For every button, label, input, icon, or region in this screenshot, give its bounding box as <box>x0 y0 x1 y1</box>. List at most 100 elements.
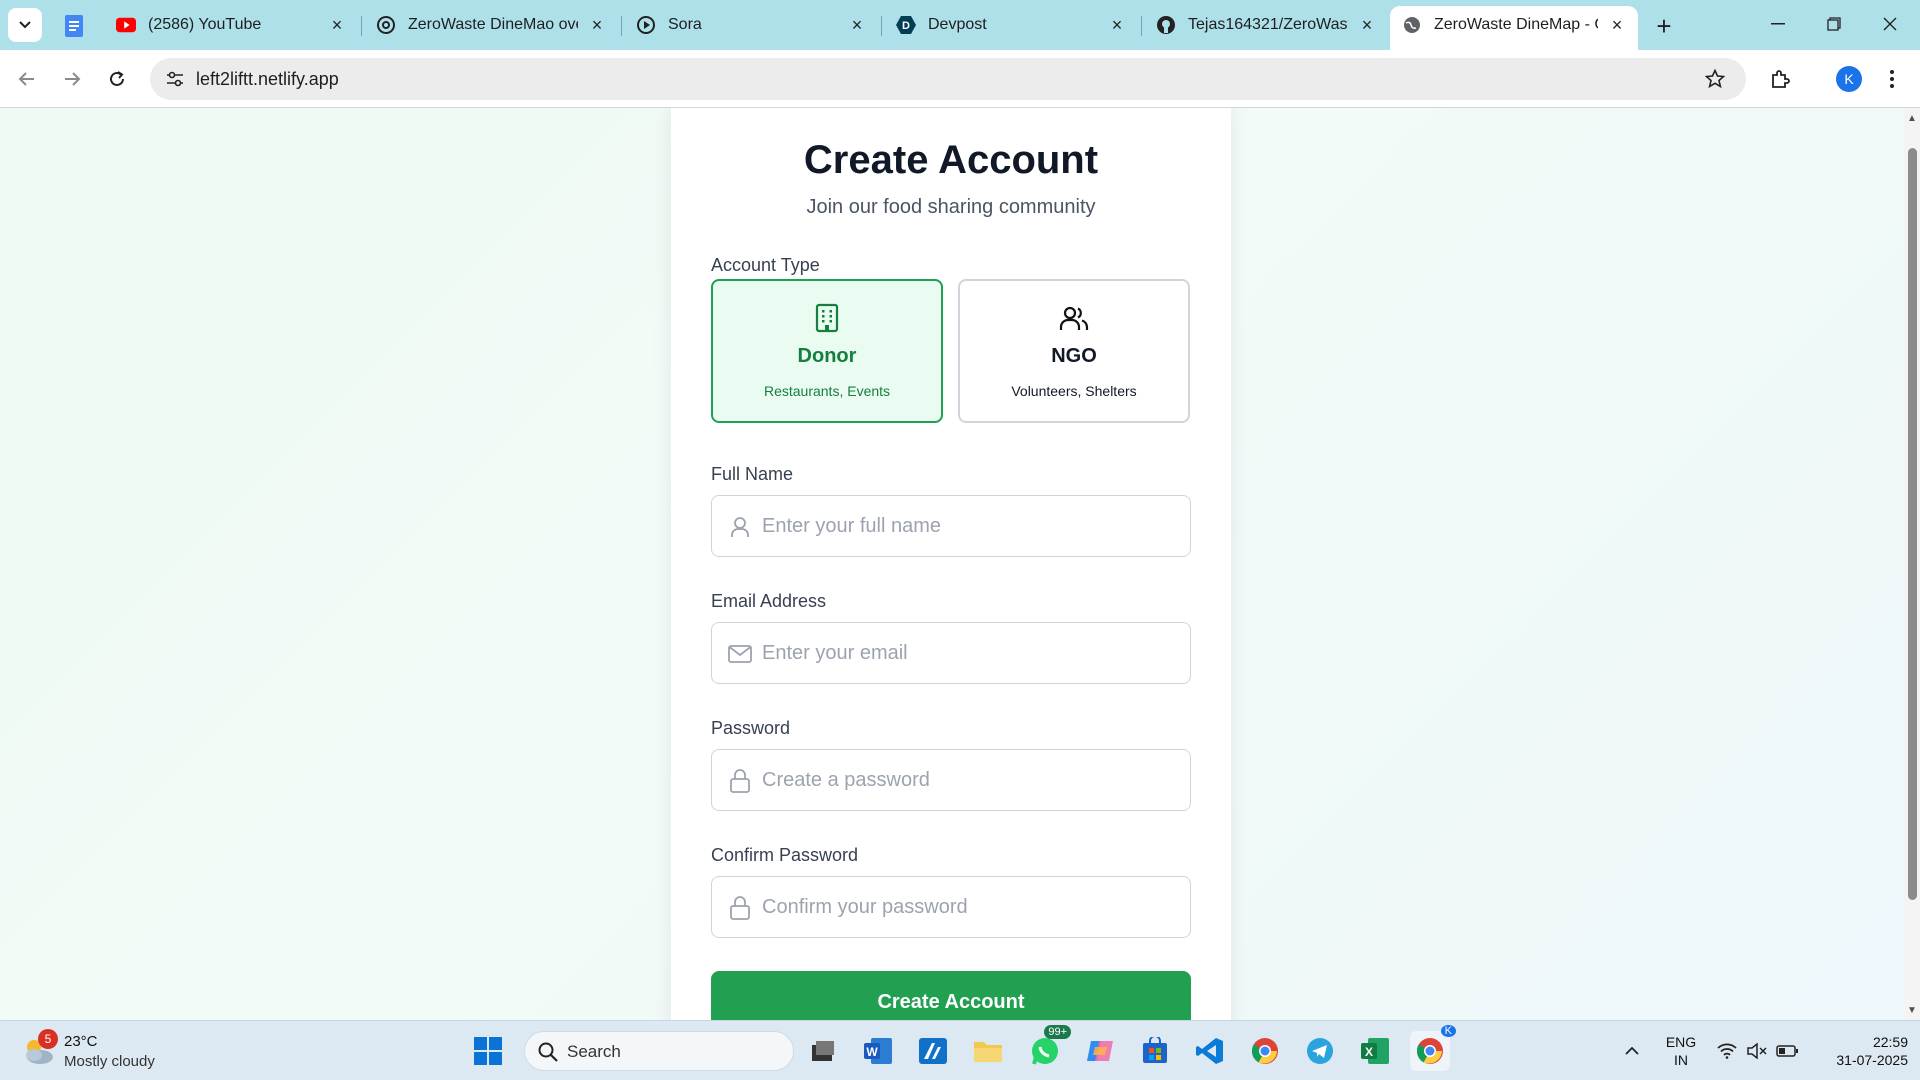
wifi-status[interactable] <box>1714 1021 1740 1080</box>
tab-title: ZeroWaste DineMap - Co <box>1434 16 1598 33</box>
new-tab-button[interactable]: + <box>1650 10 1678 41</box>
close-icon <box>1883 17 1897 31</box>
windows-logo-icon <box>474 1037 502 1065</box>
tab-separator <box>621 16 622 36</box>
more-vertical-icon <box>1890 70 1894 88</box>
word-icon: W <box>864 1038 892 1064</box>
excel-icon: X <box>1361 1038 1389 1064</box>
tab-sora[interactable]: Sora × <box>624 6 878 44</box>
svg-text:X: X <box>1365 1045 1373 1059</box>
taskbar-app-chrome-profile[interactable]: K <box>1410 1025 1456 1071</box>
taskbar-app-power-automate[interactable] <box>913 1031 953 1071</box>
svg-text:D: D <box>902 20 910 32</box>
tab-separator <box>1141 16 1142 36</box>
close-tab-icon[interactable]: × <box>1608 15 1626 35</box>
battery-icon <box>1776 1045 1798 1057</box>
taskbar-app-excel[interactable]: X <box>1355 1031 1395 1071</box>
chevron-down-icon <box>19 21 31 29</box>
taskbar-app-copilot[interactable] <box>1080 1031 1120 1071</box>
battery-status[interactable] <box>1774 1021 1800 1080</box>
scroll-up-arrow-icon[interactable]: ▲ <box>1904 110 1920 126</box>
close-tab-icon[interactable]: × <box>1108 15 1126 35</box>
close-tab-icon[interactable]: × <box>848 15 866 35</box>
scroll-thumb[interactable] <box>1908 148 1917 900</box>
svg-text:W: W <box>866 1045 878 1059</box>
tab-title: ZeroWaste DineMao over <box>408 16 578 33</box>
close-window-button[interactable] <box>1862 0 1918 48</box>
volume-status[interactable] <box>1744 1021 1770 1080</box>
tab-title: Sora <box>668 16 702 33</box>
close-tab-icon[interactable]: × <box>588 15 606 35</box>
tab-search-button[interactable] <box>8 8 42 42</box>
pinned-tab-docs[interactable] <box>58 10 90 42</box>
arrow-left-icon <box>18 72 34 86</box>
taskbar-app-file-explorer[interactable] <box>968 1031 1008 1071</box>
chrome-profile-badge: K <box>1440 1025 1456 1037</box>
taskbar-app-store[interactable] <box>1135 1031 1175 1071</box>
address-bar[interactable]: left2liftt.netlify.app <box>150 58 1746 100</box>
taskbar-clock[interactable]: 22:59 31-07-2025 <box>1808 1033 1908 1069</box>
page-scrollbar[interactable]: ▲ ▼ <box>1904 108 1920 1020</box>
tab-separator <box>881 16 882 36</box>
browser-menu-button[interactable] <box>1880 62 1904 96</box>
github-icon <box>1156 15 1176 35</box>
whatsapp-icon <box>1032 1038 1058 1065</box>
close-tab-icon[interactable]: × <box>1358 15 1376 35</box>
scroll-down-arrow-icon[interactable]: ▼ <box>1904 1002 1920 1018</box>
profile-avatar[interactable]: K <box>1836 66 1862 92</box>
chatgpt-icon <box>376 15 396 35</box>
tab-zerowaste-chat[interactable]: ZeroWaste DineMao over × <box>364 6 618 44</box>
restore-icon <box>1827 17 1841 31</box>
task-view-icon <box>812 1041 834 1061</box>
devpost-icon: D <box>896 15 916 35</box>
chrome-icon <box>1251 1038 1278 1064</box>
extensions-button[interactable] <box>1764 62 1798 96</box>
create-account-button[interactable]: Create Account <box>711 971 1191 1020</box>
copilot-icon <box>1087 1041 1113 1061</box>
plus-icon: + <box>1656 10 1672 41</box>
url-text[interactable]: left2liftt.netlify.app <box>196 69 339 90</box>
tab-zerowaste-active[interactable]: ZeroWaste DineMap - Co × <box>1390 6 1638 50</box>
wifi-icon <box>1717 1043 1737 1059</box>
taskbar-app-vscode[interactable] <box>1190 1031 1230 1071</box>
sora-icon <box>636 15 656 35</box>
reload-button[interactable] <box>100 62 134 96</box>
language-code: ENG <box>1665 1034 1697 1050</box>
taskbar-app-telegram[interactable] <box>1300 1031 1340 1071</box>
clock-date: 31-07-2025 <box>1836 1052 1908 1068</box>
tab-youtube[interactable]: (2586) YouTube × <box>104 6 358 44</box>
taskbar-app-task-view[interactable] <box>803 1031 843 1071</box>
windows-taskbar: 5 23°C Mostly cloudy Search W 99+ X K EN… <box>0 1020 1920 1080</box>
clock-time: 22:59 <box>1872 1034 1908 1050</box>
star-icon <box>1705 69 1725 89</box>
globe-icon <box>1402 15 1422 35</box>
taskbar-app-chrome[interactable] <box>1245 1031 1285 1071</box>
browser-toolbar: left2liftt.netlify.app K <box>0 50 1920 108</box>
back-button[interactable] <box>10 62 44 96</box>
restore-button[interactable] <box>1806 0 1862 48</box>
weather-widget[interactable]: 5 23°C Mostly cloudy <box>20 1029 170 1073</box>
close-tab-icon[interactable]: × <box>328 15 346 35</box>
site-info-button[interactable] <box>160 64 190 94</box>
weather-condition: Mostly cloudy <box>64 1053 155 1070</box>
start-button[interactable] <box>468 1031 508 1071</box>
show-hidden-icons-button[interactable] <box>1620 1021 1644 1080</box>
bookmark-button[interactable] <box>1702 66 1728 92</box>
taskbar-app-whatsapp[interactable]: 99+ <box>1025 1025 1071 1071</box>
weather-temperature: 23°C <box>64 1033 98 1050</box>
puzzle-icon <box>1772 70 1790 88</box>
tab-title: (2586) YouTube <box>148 16 262 33</box>
tab-devpost[interactable]: D Devpost × <box>884 6 1138 44</box>
browser-tab-strip: (2586) YouTube × ZeroWaste DineMao over … <box>0 0 1920 50</box>
forward-button[interactable] <box>55 62 89 96</box>
tab-title: Tejas164321/ZeroWaste-D <box>1188 16 1348 33</box>
taskbar-app-word[interactable]: W <box>858 1031 898 1071</box>
minimize-button[interactable] <box>1750 0 1806 48</box>
taskbar-search[interactable]: Search <box>524 1031 794 1071</box>
language-indicator[interactable]: ENG IN <box>1660 1033 1702 1069</box>
region-code: IN <box>1674 1052 1688 1068</box>
telegram-icon <box>1307 1038 1333 1064</box>
tab-github[interactable]: Tejas164321/ZeroWaste-D × <box>1144 6 1388 44</box>
tab-separator <box>361 16 362 36</box>
folder-icon <box>974 1042 1002 1062</box>
